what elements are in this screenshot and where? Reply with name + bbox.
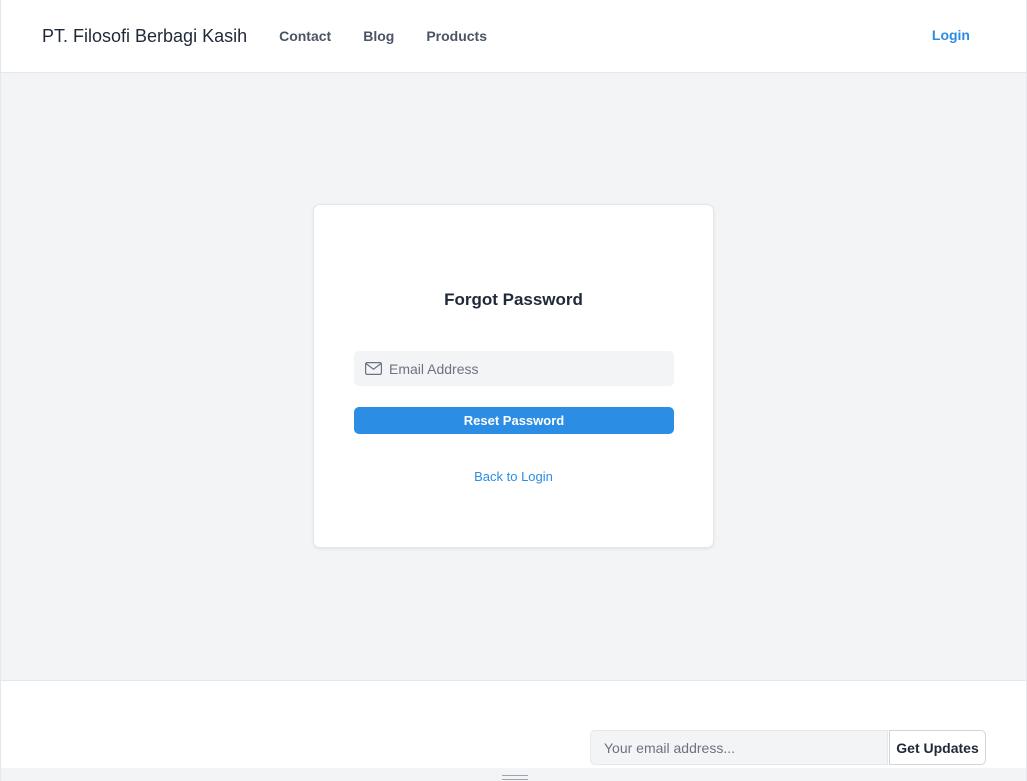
brand-logo-text[interactable]: PT. Filosofi Berbagi Kasih	[42, 26, 247, 47]
nav-link-blog[interactable]: Blog	[363, 28, 394, 44]
reset-password-button[interactable]: Reset Password	[354, 407, 674, 434]
envelope-icon	[365, 362, 383, 376]
subscribe-email-input[interactable]	[590, 730, 888, 765]
resize-handle-icon[interactable]	[502, 775, 528, 780]
page-footer: Get Updates	[1, 680, 1026, 768]
get-updates-button[interactable]: Get Updates	[889, 730, 986, 765]
email-field-wrapper	[354, 351, 674, 386]
nav-right: Login	[932, 27, 970, 45]
page: PT. Filosofi Berbagi Kasih Contact Blog …	[0, 0, 1027, 781]
nav-link-products[interactable]: Products	[426, 28, 487, 44]
card-title: Forgot Password	[444, 290, 583, 309]
bottom-strip	[1, 768, 1026, 781]
login-link[interactable]: Login	[932, 27, 970, 43]
top-navbar: PT. Filosofi Berbagi Kasih Contact Blog …	[1, 0, 1026, 73]
forgot-password-card: Forgot Password Reset Password Back to L…	[313, 204, 714, 548]
primary-nav: Contact Blog Products	[279, 28, 519, 44]
email-field[interactable]	[389, 351, 659, 386]
main-content: Forgot Password Reset Password Back to L…	[1, 73, 1026, 680]
back-to-login-link[interactable]: Back to Login	[314, 469, 713, 484]
nav-link-contact[interactable]: Contact	[279, 28, 331, 44]
